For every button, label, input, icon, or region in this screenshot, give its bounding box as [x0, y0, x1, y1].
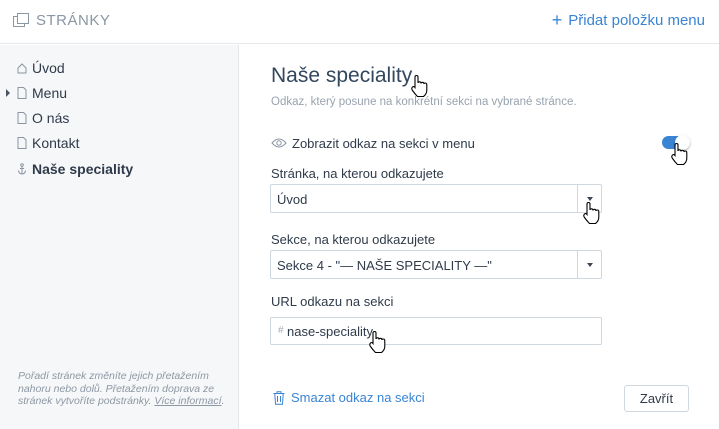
sidebar-item-label: Kontakt — [32, 135, 80, 151]
sidebar-item-label: Úvod — [32, 60, 65, 76]
eye-icon — [271, 138, 287, 148]
pages-icon — [13, 13, 29, 27]
anchor-icon — [18, 163, 26, 175]
show-in-menu-row: Zobrazit odkaz na sekci v menu — [271, 134, 690, 154]
sidebar-item-nase-speciality[interactable]: Naše speciality — [0, 158, 239, 180]
page-subtitle: Odkaz, který posune na konkrétní sekci n… — [271, 96, 577, 108]
page-icon — [17, 112, 27, 124]
show-in-menu-label: Zobrazit odkaz na sekci v menu — [292, 136, 475, 151]
add-menu-item-button[interactable]: + Přidat položku menu — [551, 10, 705, 30]
toggle-knob — [675, 135, 690, 150]
select-divider — [577, 251, 578, 278]
page-icon — [17, 87, 27, 99]
hash-prefix: # — [278, 325, 284, 336]
delete-section-link-label: Smazat odkaz na sekci — [291, 390, 425, 405]
url-input-value[interactable]: nase-speciality — [287, 324, 373, 339]
top-bar: STRÁNKY + Přidat položku menu — [0, 0, 719, 44]
expand-caret-icon[interactable] — [6, 89, 10, 97]
url-field-label: URL odkazu na sekci — [271, 294, 394, 309]
sidebar-item-menu[interactable]: Menu — [0, 82, 239, 104]
add-menu-item-label: Přidat položku menu — [568, 12, 705, 29]
sidebar-item-kontakt[interactable]: Kontakt — [0, 132, 239, 154]
select-divider — [577, 185, 578, 212]
chevron-down-icon[interactable] — [587, 263, 593, 267]
pages-sidebar: Úvod Menu O nás Kontakt Naše speciality … — [0, 45, 239, 429]
delete-section-link-button[interactable]: Smazat odkaz na sekci — [273, 390, 425, 405]
sidebar-item-label: O nás — [32, 110, 70, 126]
sidebar-item-o-nas[interactable]: O nás — [0, 107, 239, 129]
section-select[interactable]: Sekce 4 - "— NAŠE SPECIALITY —" — [270, 250, 602, 279]
sidebar-item-label: Menu — [32, 85, 68, 101]
close-button[interactable]: Zavřít — [624, 385, 689, 412]
section-field-label: Sekce, na kterou odkazujete — [271, 232, 436, 247]
chevron-down-icon[interactable] — [587, 197, 593, 201]
page-field-label: Stránka, na kterou odkazujete — [271, 166, 444, 181]
trash-icon — [273, 390, 285, 405]
plus-icon: + — [551, 10, 563, 30]
show-in-menu-toggle[interactable] — [662, 135, 690, 150]
url-input[interactable]: # nase-speciality — [270, 317, 602, 345]
page-select-value: Úvod — [277, 192, 308, 207]
sidebar-help-text: Pořadí stránek změníte jejich přetažením… — [18, 370, 225, 407]
page-icon — [17, 137, 27, 149]
pages-title: STRÁNKY — [36, 12, 111, 29]
more-info-link[interactable]: Více informací — [154, 395, 221, 407]
sidebar-item-label: Naše speciality — [32, 161, 134, 177]
section-select-value: Sekce 4 - "— NAŠE SPECIALITY —" — [277, 258, 492, 273]
sidebar-item-uvod[interactable]: Úvod — [0, 57, 239, 79]
home-icon — [17, 63, 27, 74]
page-select[interactable]: Úvod — [270, 184, 602, 213]
section-link-panel: Naše speciality Odkaz, který posune na k… — [240, 45, 719, 429]
page-title: Naše speciality — [271, 64, 413, 87]
